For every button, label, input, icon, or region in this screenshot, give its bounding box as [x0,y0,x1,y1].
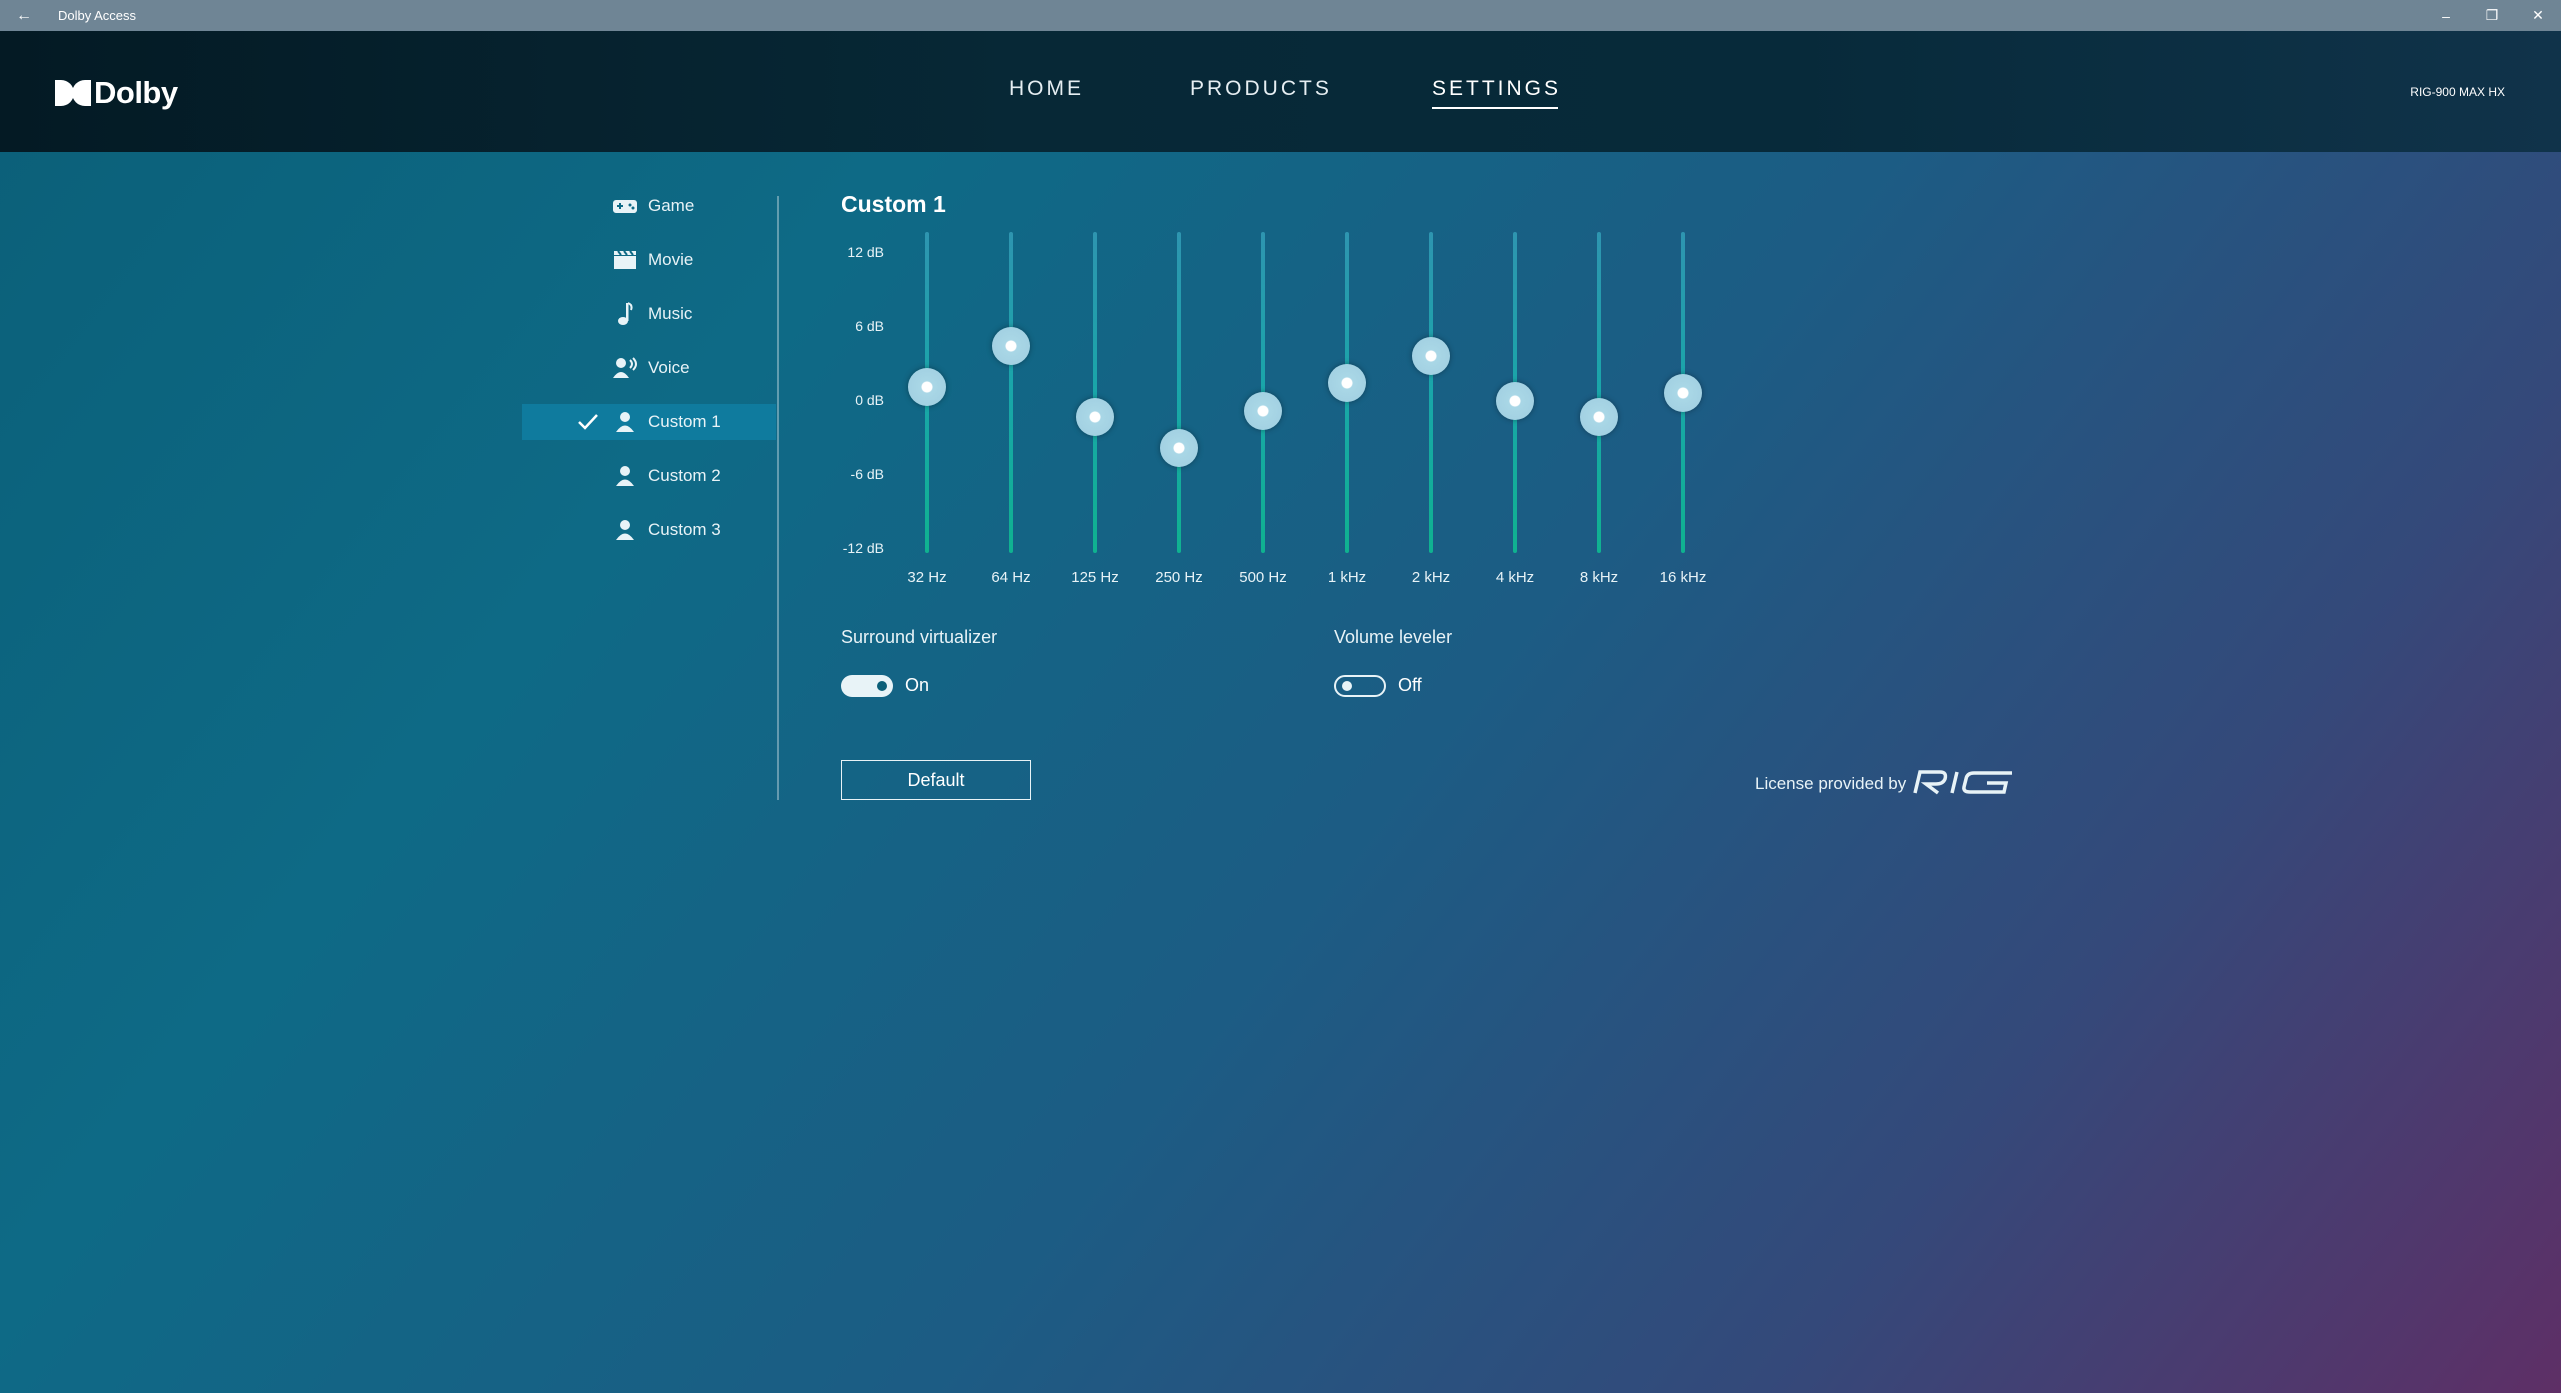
gamepad-icon [612,195,638,217]
volume-leveler-toggle[interactable] [1334,675,1386,697]
db-label-12: 12 dB [847,244,884,260]
voice-icon [612,357,638,379]
sidebar-item-custom-3[interactable]: Custom 3 [522,512,776,548]
nav-products[interactable]: PRODUCTS [1190,77,1332,101]
window-controls: – ❐ ✕ [2423,0,2561,31]
nav-settings[interactable]: SETTINGS [1432,77,1561,109]
sidebar-item-label: Custom 3 [648,520,721,539]
eq-slider-track[interactable] [1177,232,1181,553]
eq-frequency-label: 1 kHz [1327,569,1367,586]
eq-slider-thumb[interactable] [1160,428,1198,467]
dolby-mark-icon [55,80,91,106]
sidebar-item-voice[interactable]: Voice [522,350,776,386]
window-title: Dolby Access [58,8,137,23]
device-name[interactable]: RIG-900 MAX HX [2410,85,2505,99]
sidebar-divider [777,196,779,800]
eq-slider-thumb[interactable] [992,326,1030,365]
app-header: Dolby HOME PRODUCTS SETTINGS RIG-900 MAX… [0,31,2561,152]
sidebar-item-music[interactable]: Music [522,296,776,332]
db-label-minus-6: -6 dB [850,466,884,482]
restore-icon[interactable]: ❐ [2469,0,2515,31]
eq-frequency-label: 32 Hz [907,569,947,586]
nav-home[interactable]: HOME [1009,77,1084,101]
sidebar-item-label: Custom 2 [648,466,721,485]
title-bar: ← Dolby Access – ❐ ✕ [0,0,2561,31]
minimize-icon[interactable]: – [2423,0,2469,31]
rig-logo [1912,769,2022,795]
close-icon[interactable]: ✕ [2515,0,2561,31]
person-icon [612,411,638,433]
checkmark-icon [577,411,599,433]
sidebar-item-custom-2[interactable]: Custom 2 [522,458,776,494]
surround-virtualizer-label: Surround virtualizer [841,627,998,647]
sidebar-item-label: Movie [648,250,694,269]
clapperboard-icon [612,249,638,271]
eq-frequency-label: 2 kHz [1411,569,1451,586]
eq-slider-track[interactable] [1093,232,1097,553]
dolby-logo: Dolby [55,75,178,111]
surround-virtualizer-state: On [905,675,930,695]
eq-slider-track[interactable] [1429,232,1433,553]
eq-frequency-label: 8 kHz [1579,569,1619,586]
eq-slider-thumb[interactable] [1328,363,1366,402]
eq-frequency-label: 64 Hz [991,569,1031,586]
eq-slider-thumb[interactable] [1244,392,1282,431]
sidebar-item-label: Music [648,304,693,323]
eq-slider-thumb[interactable] [1664,373,1702,412]
sidebar-item-custom-1[interactable]: Custom 1 [522,404,776,440]
eq-frequency-label: 16 kHz [1659,569,1707,586]
default-button[interactable]: Default [841,760,1031,800]
db-label-minus-12: -12 dB [842,540,884,556]
eq-slider-thumb[interactable] [1496,382,1534,421]
back-arrow-icon[interactable]: ← [0,7,48,25]
eq-slider-thumb[interactable] [1580,398,1618,437]
eq-slider-thumb[interactable] [1076,398,1114,437]
eq-slider-track[interactable] [1597,232,1601,553]
brand-name: Dolby [94,75,178,110]
person-icon [612,519,638,541]
eq-slider-thumb[interactable] [1412,336,1450,375]
eq-frequency-label: 4 kHz [1495,569,1535,586]
sidebar-item-movie[interactable]: Movie [522,242,776,278]
sidebar-item-label: Game [648,196,695,215]
db-label-6: 6 dB [855,318,884,334]
volume-leveler-label: Volume leveler [1334,627,1453,647]
sidebar-item-label: Custom 1 [648,412,721,431]
license-text: License provided by [1755,774,1907,793]
volume-leveler-state: Off [1398,675,1422,695]
preset-title: Custom 1 [841,191,946,217]
eq-frequency-label: 250 Hz [1155,569,1203,586]
sidebar-item-game[interactable]: Game [522,188,776,224]
eq-slider-track[interactable] [1009,232,1013,553]
eq-frequency-label: 500 Hz [1239,569,1287,586]
person-icon [612,465,638,487]
surround-virtualizer-toggle[interactable] [841,675,893,697]
preset-sidebar: Game Movie Music Voice Custom 1 Custom 2 [522,188,776,566]
db-label-0: 0 dB [855,392,884,408]
sidebar-item-label: Voice [648,358,690,377]
music-note-icon [612,302,638,325]
eq-slider-thumb[interactable] [908,367,946,406]
eq-frequency-label: 125 Hz [1071,569,1119,586]
